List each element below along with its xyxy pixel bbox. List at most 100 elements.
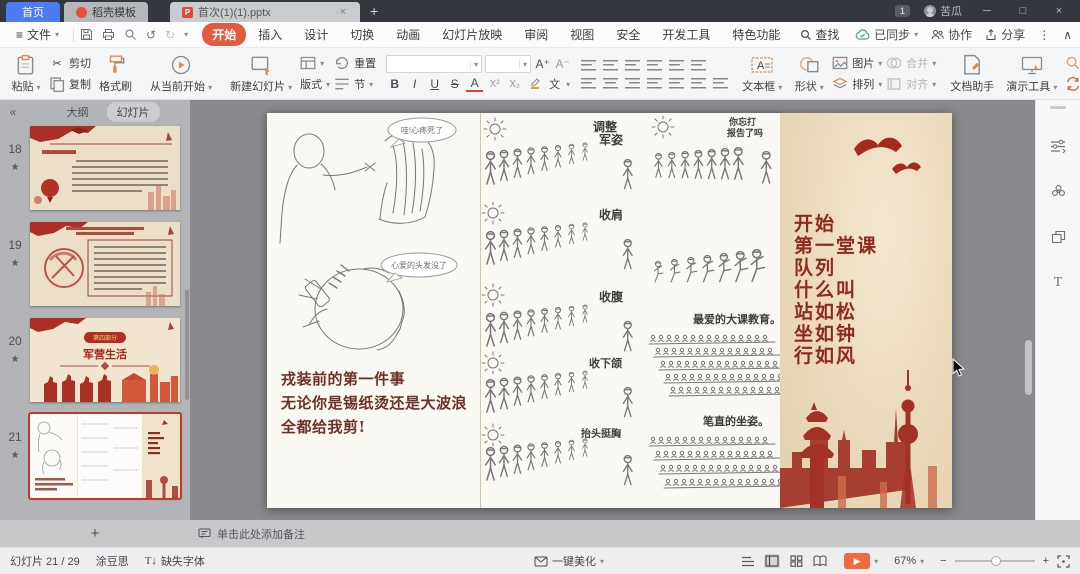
tab-close-icon[interactable]: ×	[338, 6, 348, 18]
decrease-indent-icon[interactable]	[625, 59, 640, 71]
align-center-icon[interactable]	[603, 77, 618, 89]
font-size-input[interactable]	[486, 58, 519, 70]
menu-tab-slideshow[interactable]: 幻灯片放映	[432, 23, 512, 46]
menu-tab-home[interactable]: 开始	[202, 23, 246, 46]
increase-font-button[interactable]: A⁺	[534, 57, 551, 71]
outline-view-icon[interactable]	[740, 554, 756, 568]
paste-button[interactable]: 粘贴 ▾	[7, 53, 45, 95]
shapes-button[interactable]: 形状 ▾	[790, 53, 828, 95]
underline-button[interactable]: U	[426, 77, 443, 91]
play-slideshow-button[interactable]: ▶	[844, 553, 870, 569]
minimize-button[interactable]: ─	[976, 5, 998, 17]
distribute-icon[interactable]	[669, 77, 684, 89]
layout-icon-button[interactable]: ▾	[300, 55, 330, 71]
numbered-list-icon[interactable]	[603, 59, 618, 71]
textbox-button[interactable]: A 文本框 ▾	[738, 53, 786, 95]
picture-button[interactable]: 图片▾	[832, 55, 882, 71]
highlight-button[interactable]	[526, 77, 543, 92]
normal-view-icon[interactable]	[764, 554, 780, 568]
section-button[interactable]: 节▾	[334, 76, 376, 92]
slide-sorter-view-icon[interactable]	[788, 554, 804, 568]
canvas-scrollbar[interactable]	[1022, 100, 1035, 520]
notification-badge[interactable]: 1	[895, 5, 910, 17]
slide-middle-page[interactable]: 调整 军姿 收肩 收腹 收下颌	[481, 113, 780, 508]
decrease-font-button[interactable]: A⁻	[554, 57, 571, 71]
new-slide-button[interactable]: 新建幻灯片 ▾	[226, 53, 296, 95]
undo-icon[interactable]: ↺	[146, 28, 156, 42]
bullet-list-icon[interactable]	[581, 59, 596, 71]
collaborate-button[interactable]: 协作	[931, 26, 972, 43]
tab-docer[interactable]: 稻壳模板	[64, 2, 148, 22]
align-right-icon[interactable]	[625, 77, 640, 89]
character-tool-button[interactable]: 文	[546, 76, 563, 92]
sync-status[interactable]: 已同步 ▾	[855, 26, 918, 43]
tab-outline[interactable]: 大纲	[57, 102, 99, 122]
missing-font-warning[interactable]: T↓ 缺失字体	[145, 553, 205, 569]
menu-tab-transition[interactable]: 切换	[340, 23, 384, 46]
canvas-scrollbar-thumb[interactable]	[1025, 340, 1032, 395]
font-family-combobox[interactable]: ▾	[386, 55, 482, 73]
slide-thumbnail-20[interactable]: 第四部分 军营生活	[30, 318, 180, 402]
reset-button[interactable]: 重置	[334, 55, 376, 71]
strikethrough-button[interactable]: S	[446, 77, 463, 91]
font-size-combobox[interactable]: ▾	[485, 55, 531, 73]
object-properties-icon[interactable]	[1050, 139, 1066, 158]
layout-button[interactable]: 版式▾	[300, 76, 330, 92]
collapse-ribbon-icon[interactable]: ∧	[1063, 28, 1072, 42]
slide-right-zone[interactable]: 开始 第一堂课 队列 什么叫 站如松 坐如钟 行如风	[780, 113, 952, 508]
menu-tab-review[interactable]: 审阅	[514, 23, 558, 46]
replace-button[interactable]: 替换	[1065, 76, 1080, 92]
file-menu[interactable]: ≡ 文件 ▾	[8, 26, 67, 43]
tab-slides[interactable]: 幻灯片	[107, 102, 160, 122]
format-painter-button[interactable]: 格式刷	[95, 53, 136, 95]
text-tool-icon[interactable]: T	[1054, 275, 1063, 291]
slide-thumbnail-19[interactable]	[30, 222, 180, 306]
cut-button[interactable]: ✂剪切	[49, 55, 91, 71]
tab-document[interactable]: P 首次(1)(1).pptx ×	[170, 2, 360, 22]
present-tools-button[interactable]: 演示工具 ▾	[1002, 53, 1061, 95]
align-objects-button[interactable]: 对齐▾	[886, 76, 936, 92]
menu-tab-features[interactable]: 特色功能	[722, 23, 790, 46]
print-preview-icon[interactable]	[124, 28, 137, 41]
find-button[interactable]: 查找	[1065, 55, 1080, 71]
zoom-level[interactable]: 67% ▾	[894, 555, 924, 567]
restore-button[interactable]: □	[1012, 5, 1034, 17]
slide-canvas[interactable]: 哇!心疼死了 心爱的头发没了	[190, 100, 1022, 520]
zoom-slider-knob[interactable]	[991, 556, 1001, 566]
menu-tab-insert[interactable]: 插入	[248, 23, 292, 46]
slide-caption-line2[interactable]: 无论你是锡纸烫还是大波浪	[281, 392, 467, 413]
menu-tab-design[interactable]: 设计	[294, 23, 338, 46]
bold-button[interactable]: B	[386, 77, 403, 91]
doc-assistant-button[interactable]: 文档助手	[946, 53, 998, 95]
slide-21-editing-area[interactable]: 哇!心疼死了 心爱的头发没了	[267, 113, 952, 508]
slide-thumbnail-21[interactable]	[30, 414, 180, 498]
share-button[interactable]: 分享	[985, 26, 1025, 43]
zoom-slider[interactable]	[955, 560, 1035, 562]
close-button[interactable]: ×	[1048, 5, 1070, 17]
superscript-button[interactable]: X²	[486, 79, 503, 90]
merge-shapes-button[interactable]: 合并▾	[886, 55, 936, 71]
line-spacing-icon[interactable]	[669, 59, 684, 71]
menu-tab-devtools[interactable]: 开发工具	[652, 23, 720, 46]
find-menu[interactable]: 查找	[800, 26, 839, 43]
smart-beautify-icon[interactable]	[1051, 184, 1066, 204]
new-tab-button[interactable]: +	[370, 3, 378, 19]
save-icon[interactable]	[80, 28, 93, 41]
panel-scrollbar-thumb[interactable]	[185, 290, 189, 400]
more-menu-icon[interactable]: ⋮	[1038, 28, 1050, 42]
slide-caption-line3[interactable]: 全都给我剪!	[281, 416, 366, 437]
text-direction-icon[interactable]	[691, 59, 706, 71]
chevron-down-icon[interactable]: ▾	[874, 557, 878, 566]
arrange-button[interactable]: 排列▾	[832, 76, 882, 92]
font-family-input[interactable]	[387, 58, 470, 70]
add-slide-button[interactable]: +	[0, 525, 190, 542]
fit-to-window-icon[interactable]	[1057, 555, 1070, 568]
rail-drag-handle[interactable]	[1050, 106, 1066, 109]
menu-tab-view[interactable]: 视图	[560, 23, 604, 46]
notes-input[interactable]: 单击此处添加备注	[190, 526, 1080, 542]
play-from-current-button[interactable]: 从当前开始 ▾	[146, 53, 216, 95]
italic-button[interactable]: I	[406, 77, 423, 91]
quick-access-caret-icon[interactable]: ▾	[184, 30, 188, 39]
font-color-button[interactable]: A	[466, 76, 483, 92]
collapse-panel-button[interactable]: «	[0, 105, 26, 119]
